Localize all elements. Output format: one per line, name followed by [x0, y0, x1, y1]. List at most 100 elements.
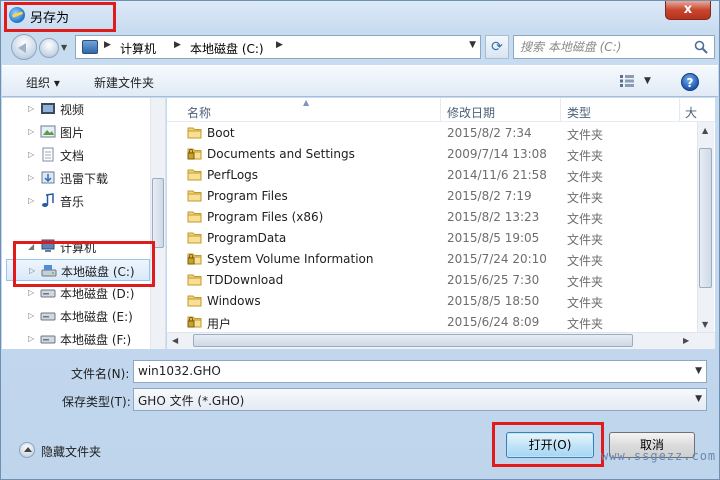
expand-icon[interactable]: ▷	[28, 196, 34, 205]
scroll-right-icon[interactable]: ▶	[683, 336, 689, 345]
file-date: 2015/6/25 7:30	[447, 273, 540, 287]
column-type[interactable]: 类型	[567, 104, 591, 121]
drive-icon	[40, 289, 56, 298]
expand-icon[interactable]: ▷	[28, 288, 34, 297]
view-options-icon[interactable]	[620, 75, 634, 87]
locked-folder-icon	[187, 316, 202, 328]
scroll-up-icon[interactable]: ▲	[702, 126, 708, 135]
nav-pane-scroll-thumb[interactable]	[152, 178, 164, 248]
filetype-label: 保存类型(T):	[62, 395, 131, 409]
file-name: ProgramData	[207, 231, 287, 245]
computer-icon	[82, 40, 98, 54]
nav-item-music[interactable]: ▷ 音乐	[2, 190, 152, 212]
scroll-down-icon[interactable]: ▼	[702, 320, 708, 329]
filename-combobox[interactable]: ▼	[133, 360, 707, 383]
collapse-up-icon	[19, 442, 35, 458]
vertical-scroll-thumb[interactable]	[699, 148, 712, 288]
horizontal-scroll-thumb[interactable]	[193, 334, 633, 347]
table-row[interactable]: Program Files (x86) 2015/8/2 13:23 文件夹	[167, 207, 697, 228]
nav-item-drive-e[interactable]: ▷ 本地磁盘 (E:)	[2, 305, 152, 327]
breadcrumb-computer[interactable]: 计算机	[120, 40, 156, 57]
new-folder-button[interactable]: 新建文件夹	[94, 74, 154, 91]
forward-button[interactable]	[39, 38, 59, 58]
folder-icon	[187, 169, 202, 181]
search-input[interactable]	[520, 40, 690, 54]
expand-icon[interactable]: ▷	[28, 150, 34, 159]
navigation-bar: ▼ ▶ 计算机 ▶ 本地磁盘 (C:) ▶ ▼ ⟳	[7, 33, 715, 61]
expand-icon[interactable]: ▷	[28, 127, 34, 136]
document-icon	[42, 147, 54, 162]
chevron-right-icon[interactable]: ▶	[174, 40, 181, 50]
organize-button[interactable]: 组织 ▾	[26, 74, 60, 91]
expand-icon[interactable]: ▷	[28, 311, 34, 320]
file-name: TDDownload	[207, 273, 284, 287]
column-date-modified[interactable]: 修改日期	[447, 104, 495, 121]
chevron-right-icon[interactable]: ▶	[104, 40, 111, 50]
history-dropdown-icon[interactable]: ▼	[61, 43, 69, 52]
file-type: 文件夹	[567, 233, 604, 247]
nav-item-drive-f[interactable]: ▷ 本地磁盘 (F:)	[2, 328, 152, 349]
save-as-dialog: 另存为 x ▼ ▶ 计算机 ▶ 本地磁盘 (C:) ▶ ▼ ⟳ 组织	[0, 0, 720, 480]
table-row[interactable]: 用户 2015/6/24 8:09 文件夹	[167, 312, 697, 333]
file-date: 2014/11/6 21:58	[447, 168, 547, 182]
column-name[interactable]: 名称	[187, 104, 211, 121]
address-bar[interactable]: ▶ 计算机 ▶ 本地磁盘 (C:) ▶ ▼	[75, 35, 481, 59]
table-row[interactable]: ProgramData 2015/8/5 19:05 文件夹	[167, 228, 697, 249]
nav-item-pictures[interactable]: ▷ 图片	[2, 121, 152, 143]
chevron-down-icon[interactable]: ▼	[695, 366, 702, 376]
nav-item-documents[interactable]: ▷ 文档	[2, 144, 152, 166]
column-divider[interactable]	[440, 98, 441, 122]
back-button[interactable]	[11, 34, 37, 60]
column-divider[interactable]	[679, 98, 680, 122]
refresh-button[interactable]: ⟳	[485, 35, 509, 59]
chevron-down-icon[interactable]: ▼	[695, 394, 702, 404]
file-name: Documents and Settings	[207, 147, 355, 161]
table-row[interactable]: Program Files 2015/8/2 7:19 文件夹	[167, 186, 697, 207]
file-name: Windows	[207, 294, 261, 308]
file-type: 文件夹	[567, 191, 604, 205]
search-icon[interactable]	[694, 40, 708, 54]
file-date: 2009/7/14 13:08	[447, 147, 547, 161]
file-type: 文件夹	[567, 275, 604, 289]
hide-folders-button[interactable]: 隐藏文件夹	[19, 442, 129, 460]
chevron-down-icon[interactable]: ▼	[644, 76, 651, 86]
filetype-select[interactable]: GHO 文件 (*.GHO) ▼	[133, 388, 707, 411]
sort-ascending-icon: ▲	[303, 98, 310, 107]
close-button[interactable]: x	[665, 1, 711, 20]
table-row[interactable]: TDDownload 2015/6/25 7:30 文件夹	[167, 270, 697, 291]
video-icon	[41, 103, 55, 114]
table-row[interactable]: PerfLogs 2014/11/6 21:58 文件夹	[167, 165, 697, 186]
table-row[interactable]: Boot 2015/8/2 7:34 文件夹	[167, 123, 697, 144]
column-divider[interactable]	[560, 98, 561, 122]
expand-icon[interactable]: ▷	[28, 104, 34, 113]
expand-icon[interactable]: ▷	[28, 334, 34, 343]
nav-item-videos[interactable]: ▷ 视频	[2, 98, 152, 120]
drive-icon	[40, 335, 56, 344]
search-box[interactable]	[513, 35, 715, 59]
watermark-text: www.ssgezz.com	[601, 449, 717, 463]
column-size[interactable]: 大	[685, 104, 697, 121]
table-row[interactable]: System Volume Information 2015/7/24 20:10…	[167, 249, 697, 270]
file-date: 2015/8/2 7:19	[447, 189, 532, 203]
scroll-left-icon[interactable]: ◀	[172, 336, 178, 345]
file-type: 文件夹	[567, 296, 604, 310]
filename-input[interactable]	[138, 364, 678, 378]
help-icon[interactable]: ?	[681, 73, 699, 91]
expand-icon[interactable]: ▷	[28, 173, 34, 182]
table-row[interactable]: Documents and Settings 2009/7/14 13:08 文件夹	[167, 144, 697, 165]
chevron-down-icon[interactable]: ▼	[469, 40, 476, 50]
file-name: Boot	[207, 126, 235, 140]
chevron-right-icon[interactable]: ▶	[276, 40, 283, 50]
nav-item-thunder-downloads[interactable]: ▷ 迅雷下载	[2, 167, 152, 189]
drive-icon	[40, 312, 56, 321]
locked-folder-icon	[187, 253, 202, 265]
folder-icon	[187, 274, 202, 286]
title-bar: 另存为 x	[1, 1, 719, 32]
picture-icon	[40, 125, 56, 138]
breadcrumb-drive-c[interactable]: 本地磁盘 (C:)	[190, 40, 264, 57]
folder-icon	[187, 211, 202, 223]
table-row[interactable]: Windows 2015/8/5 18:50 文件夹	[167, 291, 697, 312]
folder-icon	[187, 232, 202, 244]
navigation-pane: ▷ 视频 ▷ 图片 ▷ 文档 ▷ 迅雷下载 ▷ 音乐 ◢ 计算机 ▷ 本地磁盘 …	[2, 98, 166, 349]
filename-label: 文件名(N):	[71, 367, 130, 381]
